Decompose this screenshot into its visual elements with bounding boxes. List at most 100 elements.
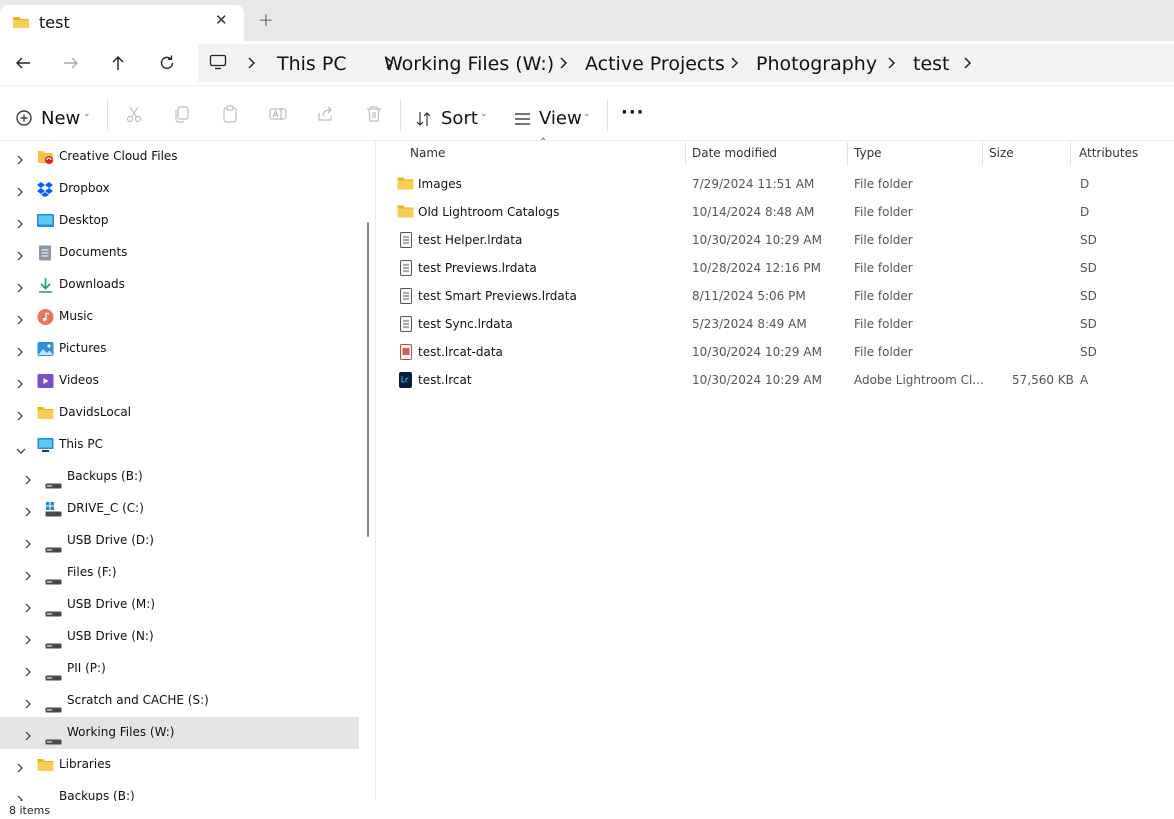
copy-icon[interactable] <box>173 105 191 127</box>
column-header-type[interactable]: Type <box>854 146 882 160</box>
column-header-date[interactable]: Date modified <box>692 146 777 160</box>
breadcrumb[interactable]: This PC Working Files (W:) Active Projec… <box>198 44 1174 82</box>
sidebar-item-desktop[interactable]: Desktop <box>0 205 359 237</box>
chevron-right-icon[interactable] <box>24 599 32 618</box>
column-divider[interactable] <box>1070 142 1071 166</box>
column-divider[interactable] <box>847 142 848 166</box>
column-divider[interactable] <box>685 142 686 166</box>
sidebar-item-drive-c[interactable]: DRIVE_C (C:) <box>0 493 359 525</box>
cut-icon[interactable] <box>125 105 143 127</box>
file-row[interactable]: Images 7/29/2024 11:51 AM File folder D <box>392 170 1174 198</box>
chevron-right-icon[interactable] <box>16 343 24 362</box>
column-header-name[interactable]: Name <box>410 146 445 160</box>
sidebar-item-this-pc[interactable]: This PC <box>0 429 359 461</box>
sort-button[interactable]: Sort <box>441 108 478 129</box>
sort-icon[interactable] <box>415 110 433 132</box>
chevron-right-icon[interactable] <box>24 695 32 714</box>
view-icon[interactable] <box>514 111 532 131</box>
chevron-right-icon[interactable] <box>16 215 24 234</box>
sidebar-item-pictures[interactable]: Pictures <box>0 333 359 365</box>
chevron-right-icon[interactable] <box>24 727 32 746</box>
chevron-right-icon[interactable] <box>16 759 24 778</box>
paste-icon[interactable] <box>221 105 239 127</box>
chevron-down-icon: ⌄ <box>83 109 91 119</box>
new-button[interactable] <box>16 110 34 132</box>
chevron-right-icon[interactable] <box>24 535 32 554</box>
close-tab-icon[interactable]: ✕ <box>215 11 228 29</box>
file-row[interactable]: test Sync.lrdata 5/23/2024 8:49 AM File … <box>392 310 1174 338</box>
sidebar-item-documents[interactable]: Documents <box>0 237 359 269</box>
chevron-right-icon[interactable] <box>24 503 32 522</box>
sidebar-item-davidslocal[interactable]: DavidsLocal <box>0 397 359 429</box>
file-date: 10/14/2024 8:48 AM <box>692 205 815 219</box>
navigation-pane[interactable]: Creative Cloud Files Dropbox Desktop Doc… <box>0 141 360 801</box>
chevron-right-icon[interactable] <box>16 791 24 801</box>
sidebar-item-backups-b-2[interactable]: Backups (B:) <box>0 781 359 801</box>
sidebar-item-scratch-s[interactable]: Scratch and CACHE (S:) <box>0 685 359 717</box>
sidebar-item-libraries[interactable]: Libraries <box>0 749 359 781</box>
chevron-right-icon[interactable] <box>24 663 32 682</box>
chevron-right-icon[interactable] <box>962 55 972 75</box>
sidebar-item-downloads[interactable]: Downloads <box>0 269 359 301</box>
file-row[interactable]: test.lrcat-data 10/30/2024 10:29 AM File… <box>392 338 1174 366</box>
file-row[interactable]: test Previews.lrdata 10/28/2024 12:16 PM… <box>392 254 1174 282</box>
forward-button[interactable] <box>59 51 83 75</box>
new-button-label[interactable]: New <box>41 108 80 129</box>
chevron-right-icon[interactable] <box>24 471 32 490</box>
sidebar-item-pii-p[interactable]: PII (P:) <box>0 653 359 685</box>
sidebar-item-usb-d[interactable]: USB Drive (D:) <box>0 525 359 557</box>
sidebar-item-creative-cloud[interactable]: Creative Cloud Files <box>0 141 359 173</box>
column-divider[interactable] <box>982 142 983 166</box>
more-options-button[interactable]: ··· <box>621 102 645 123</box>
chevron-right-icon[interactable] <box>16 247 24 266</box>
toolbar-divider <box>107 99 108 131</box>
rename-icon[interactable] <box>269 105 287 127</box>
back-button[interactable] <box>11 51 35 75</box>
music-icon <box>37 309 54 329</box>
up-button[interactable] <box>106 51 130 75</box>
sidebar-item-usb-m[interactable]: USB Drive (M:) <box>0 589 359 621</box>
tab-test[interactable]: test ✕ <box>0 5 244 42</box>
windows-drive-icon <box>45 501 62 521</box>
share-icon[interactable] <box>317 105 335 127</box>
sidebar-item-files-f[interactable]: Files (F:) <box>0 557 359 589</box>
sidebar-item-working-files-w[interactable]: Working Files (W:) <box>0 717 359 749</box>
chevron-down-icon[interactable] <box>15 440 27 459</box>
sidebar-item-usb-n[interactable]: USB Drive (N:) <box>0 621 359 653</box>
sidebar-item-videos[interactable]: Videos <box>0 365 359 397</box>
column-header-size[interactable]: Size <box>989 146 1014 160</box>
view-button[interactable]: View <box>539 108 582 129</box>
chevron-right-icon[interactable] <box>16 151 24 170</box>
new-tab-button[interactable]: + <box>258 9 274 31</box>
file-row[interactable]: test.lrcat 10/30/2024 10:29 AM Adobe Lig… <box>392 366 1174 394</box>
file-row[interactable]: Old Lightroom Catalogs 10/14/2024 8:48 A… <box>392 198 1174 226</box>
chevron-right-icon[interactable] <box>24 567 32 586</box>
sidebar-item-backups-b[interactable]: Backups (B:) <box>0 461 359 493</box>
navigation-scrollbar[interactable] <box>367 222 369 537</box>
delete-icon[interactable] <box>365 105 383 127</box>
sidebar-item-dropbox[interactable]: Dropbox <box>0 173 359 205</box>
chevron-right-icon[interactable] <box>16 375 24 394</box>
breadcrumb-this-pc[interactable]: This PC <box>277 53 347 75</box>
document-icon <box>400 232 412 252</box>
folder-icon <box>397 176 414 195</box>
breadcrumb-active-projects[interactable]: Active Projects <box>585 53 725 75</box>
file-name: test Previews.lrdata <box>418 261 537 275</box>
file-row[interactable]: test Smart Previews.lrdata 8/11/2024 5:0… <box>392 282 1174 310</box>
sidebar-item-music[interactable]: Music <box>0 301 359 333</box>
file-name: test.lrcat <box>418 373 472 387</box>
chevron-right-icon[interactable] <box>16 407 24 426</box>
breadcrumb-test[interactable]: test <box>913 53 950 75</box>
chevron-right-icon[interactable] <box>16 311 24 330</box>
chevron-right-icon[interactable] <box>16 183 24 202</box>
sidebar-item-label: Backups (B:) <box>67 469 143 483</box>
refresh-button[interactable] <box>155 51 179 75</box>
column-header-attributes[interactable]: Attributes <box>1079 146 1138 160</box>
breadcrumb-photography[interactable]: Photography <box>756 53 877 75</box>
chevron-right-icon[interactable] <box>24 631 32 650</box>
drive-icon <box>45 538 62 557</box>
file-row[interactable]: test Helper.lrdata 10/30/2024 10:29 AM F… <box>392 226 1174 254</box>
sidebar-item-label: Working Files (W:) <box>67 725 175 739</box>
chevron-right-icon[interactable] <box>16 279 24 298</box>
pane-divider[interactable] <box>375 141 376 801</box>
